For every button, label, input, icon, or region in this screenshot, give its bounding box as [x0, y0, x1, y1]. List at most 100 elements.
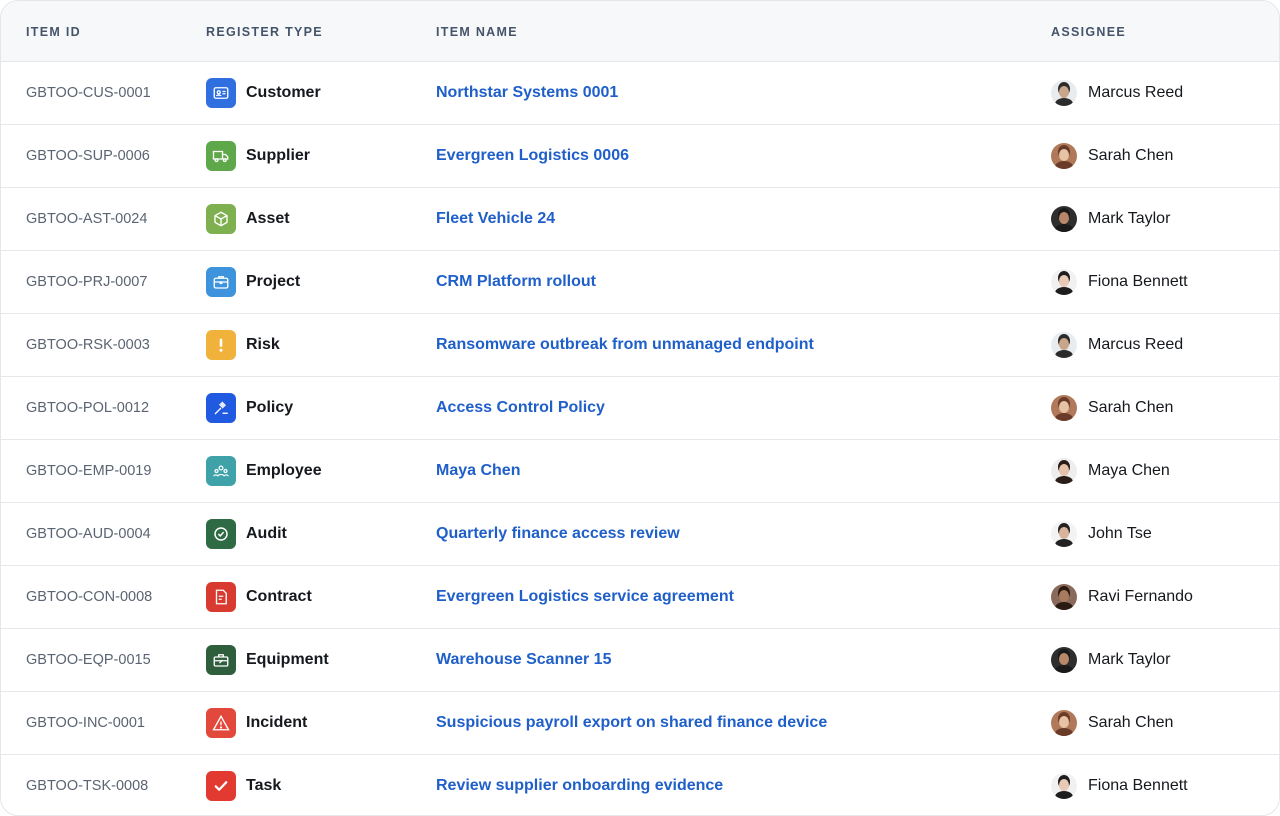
- item-name-cell: Review supplier onboarding evidence: [436, 755, 1036, 815]
- table-row[interactable]: GBTOO-POL-0012 Policy Access Control Pol…: [1, 377, 1279, 440]
- item-name-cell: Ransomware outbreak from unmanaged endpo…: [436, 314, 1036, 376]
- column-header-item-id[interactable]: ITEM ID: [26, 1, 81, 61]
- truck-icon: [206, 141, 236, 171]
- register-type-label: Equipment: [246, 651, 329, 668]
- item-name-cell: Suspicious payroll export on shared fina…: [436, 692, 1036, 754]
- register-type-label: Risk: [246, 336, 280, 353]
- check-circle-icon: [206, 519, 236, 549]
- document-icon: [206, 582, 236, 612]
- table-row[interactable]: GBTOO-PRJ-0007 Project CRM Platform roll…: [1, 251, 1279, 314]
- table-row[interactable]: GBTOO-RSK-0003 Risk Ransomware outbreak …: [1, 314, 1279, 377]
- item-name-link[interactable]: Evergreen Logistics 0006: [436, 147, 629, 165]
- register-type-label: Incident: [246, 714, 308, 731]
- table-row[interactable]: GBTOO-EQP-0015 Equipment Warehouse Scann…: [1, 629, 1279, 692]
- item-name-link[interactable]: Maya Chen: [436, 462, 520, 480]
- avatar: [1051, 710, 1077, 736]
- item-id: GBTOO-SUP-0006: [26, 148, 150, 164]
- id-card-icon: [206, 78, 236, 108]
- item-name-link[interactable]: Evergreen Logistics service agreement: [436, 588, 734, 606]
- assignee-name: Fiona Bennett: [1088, 273, 1188, 290]
- column-header-register-type[interactable]: REGISTER TYPE: [206, 1, 323, 61]
- item-id: GBTOO-AUD-0004: [26, 526, 151, 542]
- item-id: GBTOO-EMP-0019: [26, 463, 152, 479]
- assignee-cell: Sarah Chen: [1051, 377, 1271, 439]
- item-name-cell: Quarterly finance access review: [436, 503, 1036, 565]
- register-type-label: Asset: [246, 210, 290, 227]
- assignee-cell: Mark Taylor: [1051, 188, 1271, 250]
- item-name-cell: Northstar Systems 0001: [436, 62, 1036, 124]
- assignee-cell: Fiona Bennett: [1051, 755, 1271, 815]
- exclamation-icon: [206, 330, 236, 360]
- avatar: [1051, 647, 1077, 673]
- assignee-cell: Maya Chen: [1051, 440, 1271, 502]
- assignee-cell: Mark Taylor: [1051, 629, 1271, 691]
- register-type-cell: Asset: [206, 188, 426, 250]
- assignee-name: Marcus Reed: [1088, 84, 1184, 101]
- table-row[interactable]: GBTOO-INC-0001 Incident Suspicious payro…: [1, 692, 1279, 755]
- avatar: [1051, 458, 1077, 484]
- register-type-cell: Employee: [206, 440, 426, 502]
- assignee-cell: Sarah Chen: [1051, 125, 1271, 187]
- avatar: [1051, 395, 1077, 421]
- item-name-link[interactable]: Warehouse Scanner 15: [436, 651, 611, 669]
- item-name-link[interactable]: Review supplier onboarding evidence: [436, 777, 723, 795]
- register-type-cell: Risk: [206, 314, 426, 376]
- table-row[interactable]: GBTOO-TSK-0008 Task Review supplier onbo…: [1, 755, 1279, 815]
- register-type-label: Supplier: [246, 147, 311, 164]
- table-header: ITEM ID REGISTER TYPE ITEM NAME ASSIGNEE: [1, 1, 1279, 62]
- avatar: [1051, 332, 1077, 358]
- column-header-assignee[interactable]: ASSIGNEE: [1051, 1, 1126, 61]
- table-row[interactable]: GBTOO-SUP-0006 Supplier Evergreen Logist…: [1, 125, 1279, 188]
- item-id: GBTOO-EQP-0015: [26, 652, 151, 668]
- assignee-cell: John Tse: [1051, 503, 1271, 565]
- table-row[interactable]: GBTOO-AUD-0004 Audit Quarterly finance a…: [1, 503, 1279, 566]
- assignee-name: Sarah Chen: [1088, 147, 1174, 164]
- item-name-link[interactable]: Ransomware outbreak from unmanaged endpo…: [436, 336, 814, 354]
- item-name-link[interactable]: Suspicious payroll export on shared fina…: [436, 714, 827, 732]
- table-row[interactable]: GBTOO-AST-0024 Asset Fleet Vehicle 24 Ma…: [1, 188, 1279, 251]
- item-name-cell: Fleet Vehicle 24: [436, 188, 1036, 250]
- register-type-cell: Task: [206, 755, 426, 815]
- register-type-label: Contract: [246, 588, 312, 605]
- register-type-cell: Supplier: [206, 125, 426, 187]
- warning-triangle-icon: [206, 708, 236, 738]
- register-type-label: Audit: [246, 525, 287, 542]
- avatar: [1051, 143, 1077, 169]
- item-name-link[interactable]: Northstar Systems 0001: [436, 84, 618, 102]
- item-name-link[interactable]: CRM Platform rollout: [436, 273, 596, 291]
- column-header-item-name[interactable]: ITEM NAME: [436, 1, 518, 61]
- assignee-name: Sarah Chen: [1088, 714, 1174, 731]
- avatar: [1051, 269, 1077, 295]
- register-type-label: Employee: [246, 462, 322, 479]
- item-name-cell: Maya Chen: [436, 440, 1036, 502]
- assignee-cell: Sarah Chen: [1051, 692, 1271, 754]
- table-row[interactable]: GBTOO-EMP-0019 Employee Maya Chen Maya C…: [1, 440, 1279, 503]
- assignee-cell: Marcus Reed: [1051, 62, 1271, 124]
- table-row[interactable]: GBTOO-CON-0008 Contract Evergreen Logist…: [1, 566, 1279, 629]
- table-row[interactable]: GBTOO-CUS-0001 Customer Northstar System…: [1, 62, 1279, 125]
- assignee-name: Mark Taylor: [1088, 651, 1171, 668]
- register-type-label: Customer: [246, 84, 321, 101]
- register-type-cell: Audit: [206, 503, 426, 565]
- assignee-name: Mark Taylor: [1088, 210, 1171, 227]
- item-name-link[interactable]: Fleet Vehicle 24: [436, 210, 555, 228]
- item-name-cell: Warehouse Scanner 15: [436, 629, 1036, 691]
- assignee-cell: Marcus Reed: [1051, 314, 1271, 376]
- assignee-cell: Fiona Bennett: [1051, 251, 1271, 313]
- gavel-icon: [206, 393, 236, 423]
- item-name-link[interactable]: Quarterly finance access review: [436, 525, 680, 543]
- item-id: GBTOO-TSK-0008: [26, 778, 149, 794]
- register-type-label: Task: [246, 777, 282, 794]
- table-body: GBTOO-CUS-0001 Customer Northstar System…: [1, 62, 1279, 815]
- assignee-name: Marcus Reed: [1088, 336, 1184, 353]
- item-name-link[interactable]: Access Control Policy: [436, 399, 605, 417]
- register-table: ITEM ID REGISTER TYPE ITEM NAME ASSIGNEE…: [0, 0, 1280, 816]
- item-id: GBTOO-INC-0001: [26, 715, 145, 731]
- assignee-name: Fiona Bennett: [1088, 777, 1188, 794]
- item-id: GBTOO-POL-0012: [26, 400, 150, 416]
- assignee-cell: Ravi Fernando: [1051, 566, 1271, 628]
- item-name-cell: Access Control Policy: [436, 377, 1036, 439]
- item-id: GBTOO-CUS-0001: [26, 85, 151, 101]
- register-type-label: Policy: [246, 399, 294, 416]
- assignee-name: Ravi Fernando: [1088, 588, 1193, 605]
